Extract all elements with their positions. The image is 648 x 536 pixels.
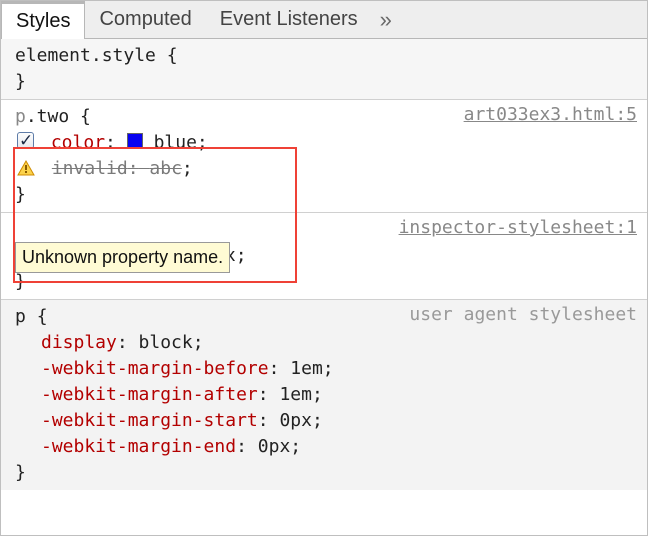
rule-element-style: element.style { }: [1, 39, 647, 100]
selector-p-ua: p: [15, 306, 26, 327]
semicolon: ;: [193, 332, 204, 353]
close-brace: }: [15, 182, 633, 208]
semicolon: ;: [290, 436, 301, 457]
toggle-prop-checkbox[interactable]: [17, 132, 34, 149]
source-link-inspector[interactable]: inspector-stylesheet:1: [399, 217, 637, 238]
colon: :: [105, 132, 116, 153]
colon: :: [258, 410, 269, 431]
colon: :: [117, 332, 128, 353]
prop-name: -webkit-margin-end: [41, 436, 236, 457]
selector-p-two[interactable]: pp.two.two: [15, 106, 69, 127]
prop-name-invalid[interactable]: invalid: abc: [52, 158, 182, 179]
tabs-bar: Styles Computed Event Listeners »: [1, 1, 647, 39]
table-row: -webkit-margin-before: 1em;: [15, 356, 633, 382]
tab-event-listeners[interactable]: Event Listeners: [206, 2, 372, 37]
prop-color[interactable]: color: blue;: [15, 130, 633, 156]
source-user-agent: user agent stylesheet: [409, 304, 637, 325]
table-row: -webkit-margin-start: 0px;: [15, 408, 633, 434]
prop-invalid[interactable]: invalid: abc;: [15, 156, 633, 182]
table-row: -webkit-margin-end: 0px;: [15, 434, 633, 460]
warning-icon: [17, 158, 35, 174]
selector-element-style[interactable]: element.style: [15, 45, 156, 66]
semicolon: ;: [312, 384, 323, 405]
close-brace: }: [15, 69, 633, 95]
prop-value: 1em: [279, 384, 312, 405]
semicolon: ;: [323, 358, 334, 379]
rule-p-two: art033ex3.html:5 pp.two.two { color: blu…: [1, 100, 647, 213]
tab-computed[interactable]: Computed: [85, 2, 205, 37]
tooltip-unknown-property: Unknown property name.: [15, 242, 230, 273]
prop-name[interactable]: color: [51, 132, 105, 153]
semicolon: ;: [236, 245, 247, 266]
open-brace: {: [80, 106, 91, 127]
semicolon: ;: [197, 132, 208, 153]
tab-styles[interactable]: Styles: [1, 1, 85, 40]
table-row: -webkit-margin-after: 1em;: [15, 382, 633, 408]
styles-panel: Styles Computed Event Listeners » + elem…: [0, 0, 648, 536]
prop-value: block: [139, 332, 193, 353]
source-link-art033[interactable]: art033ex3.html:5: [464, 104, 637, 125]
prop-name: -webkit-margin-after: [41, 384, 258, 405]
color-swatch[interactable]: [127, 133, 143, 149]
semicolon: ;: [312, 410, 323, 431]
prop-name: display: [41, 332, 117, 353]
open-brace: {: [37, 306, 48, 327]
table-row: display: block;: [15, 330, 633, 356]
colon: :: [236, 436, 247, 457]
close-brace: }: [15, 460, 633, 486]
colon: :: [258, 384, 269, 405]
rule-p-user-agent: user agent stylesheet p { display: block…: [1, 300, 647, 490]
open-brace: {: [167, 45, 178, 66]
prop-value[interactable]: blue: [154, 132, 197, 153]
prop-value: 0px: [279, 410, 312, 431]
prop-name: -webkit-margin-before: [41, 358, 269, 379]
prop-name: -webkit-margin-start: [41, 410, 258, 431]
prop-value: 0px: [258, 436, 291, 457]
prop-value: 1em: [290, 358, 323, 379]
colon: :: [269, 358, 280, 379]
semicolon: ;: [182, 158, 193, 179]
tabs-overflow-button[interactable]: »: [372, 4, 400, 36]
